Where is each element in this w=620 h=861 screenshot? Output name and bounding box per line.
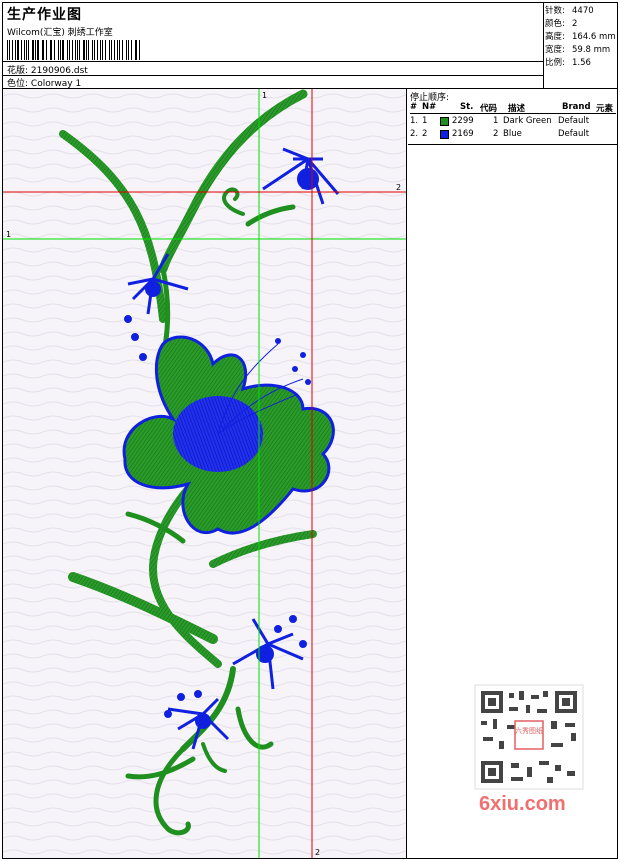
colorway-row: 色位: Colorway 1 [7, 76, 81, 89]
barcode-bar [53, 40, 55, 60]
barcode-bar [125, 40, 128, 60]
embroidery-preview: 1 1 2 2 [3, 89, 406, 858]
barcode-bar [111, 40, 112, 60]
worksheet-header: 生产作业图 Wilcom(汇宝) 刺绣工作室 花版: 2190906.dst 色… [3, 3, 617, 89]
barcode-bar [113, 40, 115, 60]
col-code: 代码 [480, 104, 498, 114]
stat-colors: 颜色: 2 [545, 19, 578, 29]
barcode-bar [130, 40, 132, 60]
barcode-bar [32, 40, 34, 60]
header-divider [3, 61, 543, 62]
col-description: 描述 [508, 104, 526, 114]
barcode-bar [43, 40, 44, 60]
colorway-value: Colorway 1 [30, 79, 82, 89]
header-divider [3, 75, 543, 76]
colorway-label: 色位: [7, 79, 29, 89]
barcode-bar [68, 40, 70, 60]
thread-color-swatch [440, 117, 449, 126]
barcode-bar [119, 40, 120, 60]
seal-text: 六秀图纸 [515, 726, 543, 735]
barcode-bar [91, 40, 94, 60]
barcode-bar [128, 40, 129, 60]
barcode-bar [51, 40, 52, 60]
barcode-bar [83, 40, 85, 60]
barcode-bar [122, 40, 123, 60]
barcode-bar [104, 40, 107, 60]
stat-height: 高度: 164.6 mm [545, 32, 616, 42]
col-needle: N# [422, 102, 437, 112]
green-guide-label-left: 1 [6, 230, 11, 239]
thread-color-swatch [440, 130, 449, 139]
barcode-bar [71, 40, 73, 60]
barcode-bar [17, 40, 19, 60]
barcode-bar [75, 40, 76, 60]
red-guide-label-bottom: 2 [315, 848, 320, 857]
barcode-bar [24, 40, 25, 60]
barcode-bar [49, 40, 51, 60]
barcode-bar [96, 40, 98, 60]
barcode-bar [28, 40, 30, 60]
barcode-bar [102, 40, 103, 60]
barcode-bar [11, 40, 13, 60]
barcode-bar [100, 40, 102, 60]
barcode-bar [67, 40, 68, 60]
barcode-bar [34, 40, 36, 60]
col-brand: Brand [562, 102, 591, 112]
barcode-bar [9, 40, 10, 60]
barcode-bar [138, 40, 140, 60]
col-element: 元素 [596, 104, 614, 114]
green-guide-label-top: 1 [262, 91, 267, 100]
barcode-bar [62, 40, 65, 60]
barcode-bar [41, 40, 43, 60]
barcode-bar [117, 40, 119, 60]
stop-sequence-header: # N# St. 代码 描述 Brand 元素 [410, 102, 616, 114]
barcode-bar [59, 40, 61, 60]
red-guide-label-right: 2 [396, 183, 401, 192]
stat-width: 宽度: 59.8 mm [545, 45, 611, 55]
barcode-bar [45, 40, 47, 60]
barcode-bar [85, 40, 87, 60]
barcode-bar [109, 40, 111, 60]
design-stats: 针数: 4470 颜色: 2 高度: 164.6 mm 宽度: 59.8 mm 比例: 1… [543, 3, 617, 89]
stop-sequence-panel: 停止顺序: # N# St. 代码 描述 Brand 元素 1. 1 2299 … [408, 89, 617, 145]
barcode-bar [136, 40, 137, 60]
barcode-bar [76, 40, 78, 60]
barcode-bar [20, 40, 22, 60]
barcode-bar [94, 40, 95, 60]
page-title: 生产作业图 [7, 7, 82, 23]
company-name: Wilcom(汇宝) 刺绣工作室 [7, 28, 113, 38]
production-worksheet: 生产作业图 Wilcom(汇宝) 刺绣工作室 花版: 2190906.dst 色… [2, 2, 618, 859]
col-stitches: St. [460, 102, 474, 112]
table-row[interactable]: 1. 1 2299 1 Dark Green Default [410, 116, 616, 128]
table-row[interactable]: 2. 2 2169 2 Blue Default [410, 129, 616, 141]
barcode-bar [15, 40, 17, 60]
stat-stitches: 针数: 4470 [545, 6, 594, 16]
barcode-bar [25, 40, 27, 60]
col-index: # [410, 102, 418, 112]
design-canvas[interactable]: 1 1 2 2 [3, 89, 407, 858]
watermark-text: 6xiu.com [479, 793, 566, 815]
barcode-bar [88, 40, 89, 60]
qr-code-icon: 六秀图纸 [474, 684, 584, 790]
barcode-bar [37, 40, 39, 60]
barcode-bar [134, 40, 136, 60]
barcode-bar [57, 40, 59, 60]
barcode-bar [79, 40, 81, 60]
stat-scale: 比例: 1.56 [545, 58, 591, 68]
design-barcode [7, 40, 143, 60]
barcode-bar [7, 40, 9, 60]
